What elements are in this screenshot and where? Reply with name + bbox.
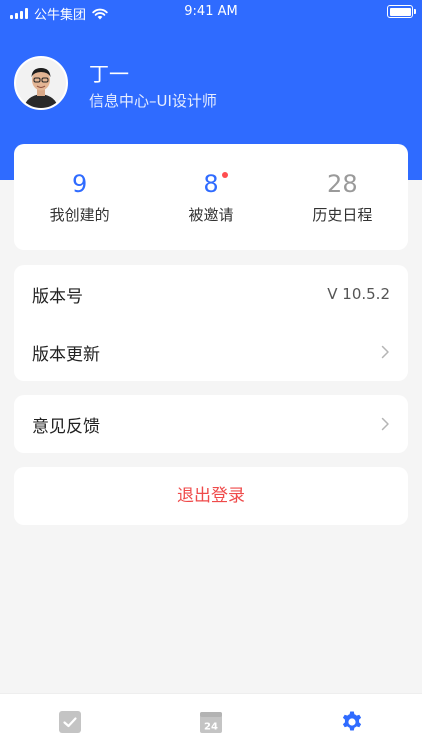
update-row[interactable]: 版本更新 [14, 323, 408, 381]
battery-level [389, 7, 411, 16]
version-value: V 10.5.2 [327, 285, 390, 303]
battery-icon [387, 5, 416, 18]
profile-name: 丁一 [89, 62, 129, 86]
stat-history[interactable]: 28 历史日程 [277, 144, 408, 250]
feedback-card: 意见反馈 [14, 395, 408, 453]
checkbox-icon [59, 711, 82, 733]
version-card: 版本号 V 10.5.2 版本更新 [14, 265, 408, 381]
stat-label: 我创建的 [49, 206, 110, 224]
stat-value-text: 8 [203, 170, 219, 198]
stat-value: 8 [203, 170, 228, 198]
stat-label: 被邀请 [188, 206, 234, 224]
calendar-day: 24 [204, 722, 218, 733]
tab-tasks[interactable] [0, 694, 141, 750]
avatar[interactable] [14, 56, 68, 110]
feedback-label: 意见反馈 [32, 416, 100, 437]
profile-title: 信息中心–UI设计师 [89, 92, 217, 110]
gear-icon [342, 711, 361, 731]
update-label: 版本更新 [32, 344, 100, 365]
stat-value: 28 [327, 170, 358, 198]
tab-bar: 24 [0, 693, 422, 750]
version-row: 版本号 V 10.5.2 [14, 265, 408, 323]
status-bar-time: 9:41 AM [184, 4, 238, 19]
avatar-image [16, 58, 66, 108]
stat-value: 9 [72, 170, 88, 198]
stat-created[interactable]: 9 我创建的 [14, 144, 145, 250]
tab-calendar[interactable]: 24 [141, 694, 282, 750]
stat-label: 历史日程 [312, 206, 373, 224]
status-bar: 公牛集团 9:41 AM [0, 0, 422, 24]
tab-settings[interactable] [281, 694, 422, 750]
logout-button[interactable]: 退出登录 [14, 467, 408, 525]
chevron-right-icon [381, 417, 389, 431]
stats-card: 9 我创建的 8 被邀请 28 历史日程 [14, 144, 408, 250]
notification-dot [221, 172, 228, 178]
chevron-right-icon [381, 345, 389, 359]
logout-label: 退出登录 [177, 486, 245, 506]
stat-invited[interactable]: 8 被邀请 [145, 144, 276, 250]
version-label: 版本号 [32, 286, 83, 307]
feedback-row[interactable]: 意见反馈 [14, 395, 408, 453]
calendar-icon: 24 [200, 712, 222, 733]
